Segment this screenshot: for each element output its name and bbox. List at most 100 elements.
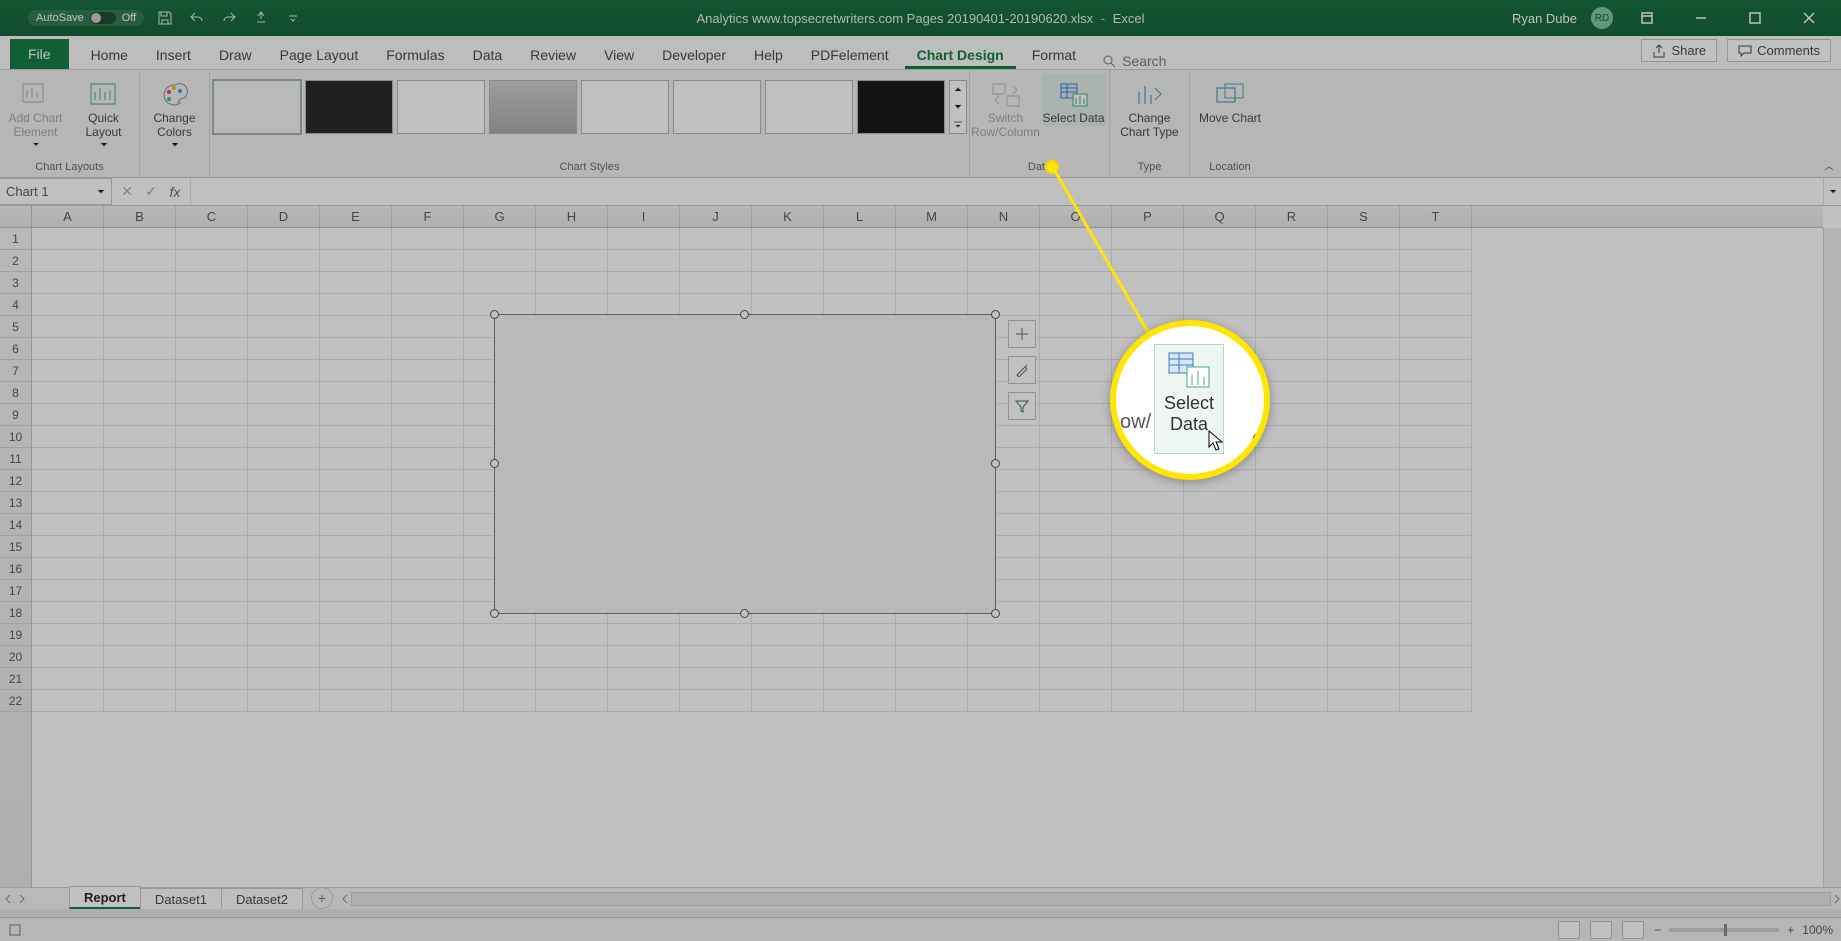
- cell[interactable]: [1112, 492, 1184, 514]
- cell[interactable]: [1040, 426, 1112, 448]
- cell[interactable]: [392, 514, 464, 536]
- cell[interactable]: [104, 558, 176, 580]
- cell[interactable]: [392, 404, 464, 426]
- cell[interactable]: [104, 338, 176, 360]
- cell[interactable]: [896, 646, 968, 668]
- cell[interactable]: [752, 690, 824, 712]
- column-header[interactable]: M: [896, 206, 968, 227]
- cell[interactable]: [1112, 646, 1184, 668]
- cell[interactable]: [1328, 316, 1400, 338]
- column-header[interactable]: L: [824, 206, 896, 227]
- cell[interactable]: [176, 602, 248, 624]
- cell[interactable]: [320, 404, 392, 426]
- cell[interactable]: [1040, 668, 1112, 690]
- cell[interactable]: [32, 360, 104, 382]
- cell[interactable]: [248, 602, 320, 624]
- gallery-scroll[interactable]: [949, 80, 967, 134]
- cell[interactable]: [1040, 646, 1112, 668]
- cell[interactable]: [392, 338, 464, 360]
- cell[interactable]: [1184, 624, 1256, 646]
- row-header[interactable]: 17: [0, 580, 31, 602]
- cell[interactable]: [1400, 580, 1472, 602]
- cell[interactable]: [824, 250, 896, 272]
- cell[interactable]: [1112, 602, 1184, 624]
- tab-home[interactable]: Home: [79, 40, 140, 69]
- cell[interactable]: [104, 448, 176, 470]
- cell[interactable]: [1256, 690, 1328, 712]
- worksheet-grid[interactable]: ABCDEFGHIJKLMNOPQRST 1234567891011121314…: [0, 206, 1841, 909]
- cell[interactable]: [1040, 624, 1112, 646]
- row-header[interactable]: 6: [0, 338, 31, 360]
- chart-style-8[interactable]: [857, 80, 945, 134]
- cell[interactable]: [896, 228, 968, 250]
- cell[interactable]: [608, 294, 680, 316]
- cell[interactable]: [176, 382, 248, 404]
- cell[interactable]: [32, 316, 104, 338]
- autosave-switch[interactable]: [90, 12, 116, 24]
- column-headers[interactable]: ABCDEFGHIJKLMNOPQRST: [32, 206, 1823, 228]
- ribbon-display-icon[interactable]: [1627, 0, 1667, 36]
- cell[interactable]: [608, 250, 680, 272]
- cell[interactable]: [1112, 690, 1184, 712]
- cell[interactable]: [320, 448, 392, 470]
- tab-chart-design[interactable]: Chart Design: [905, 40, 1016, 69]
- new-sheet-button[interactable]: +: [311, 887, 333, 909]
- cell[interactable]: [1256, 426, 1328, 448]
- cell[interactable]: [32, 250, 104, 272]
- enter-formula-icon[interactable]: ✓: [140, 183, 162, 200]
- cell[interactable]: [1256, 228, 1328, 250]
- cell[interactable]: [248, 690, 320, 712]
- cell[interactable]: [320, 492, 392, 514]
- qat-more-icon[interactable]: [282, 7, 304, 29]
- cell[interactable]: [536, 228, 608, 250]
- cell[interactable]: [392, 668, 464, 690]
- embedded-chart[interactable]: [494, 314, 996, 614]
- cell[interactable]: [392, 690, 464, 712]
- column-header[interactable]: R: [1256, 206, 1328, 227]
- cell[interactable]: [320, 316, 392, 338]
- cell[interactable]: [1400, 690, 1472, 712]
- cell[interactable]: [1400, 404, 1472, 426]
- cell[interactable]: [1328, 470, 1400, 492]
- cell[interactable]: [32, 602, 104, 624]
- cell[interactable]: [320, 602, 392, 624]
- cell[interactable]: [32, 382, 104, 404]
- cell[interactable]: [1328, 228, 1400, 250]
- cell[interactable]: [1112, 294, 1184, 316]
- cell[interactable]: [1256, 668, 1328, 690]
- cell[interactable]: [752, 250, 824, 272]
- column-header[interactable]: I: [608, 206, 680, 227]
- cell[interactable]: [1184, 514, 1256, 536]
- cell[interactable]: [752, 272, 824, 294]
- cell[interactable]: [104, 492, 176, 514]
- row-header[interactable]: 15: [0, 536, 31, 558]
- chart-style-5[interactable]: [581, 80, 669, 134]
- column-header[interactable]: A: [32, 206, 104, 227]
- cell[interactable]: [176, 558, 248, 580]
- cell[interactable]: [248, 558, 320, 580]
- share-button[interactable]: Share: [1641, 39, 1717, 62]
- vertical-scrollbar[interactable]: [1823, 228, 1841, 887]
- cell[interactable]: [1328, 558, 1400, 580]
- cell[interactable]: [248, 228, 320, 250]
- cell[interactable]: [320, 668, 392, 690]
- cell[interactable]: [896, 624, 968, 646]
- chart-elements-button[interactable]: [1008, 320, 1036, 348]
- name-box[interactable]: Chart 1: [0, 178, 112, 205]
- cell[interactable]: [1112, 228, 1184, 250]
- cell[interactable]: [536, 668, 608, 690]
- undo-icon[interactable]: [186, 7, 208, 29]
- column-header[interactable]: G: [464, 206, 536, 227]
- cell[interactable]: [176, 404, 248, 426]
- cell[interactable]: [320, 228, 392, 250]
- cell[interactable]: [392, 646, 464, 668]
- cell[interactable]: [464, 646, 536, 668]
- tab-insert[interactable]: Insert: [144, 40, 203, 69]
- normal-view-button[interactable]: [1558, 921, 1580, 939]
- zoom-slider[interactable]: [1669, 928, 1779, 932]
- cell[interactable]: [104, 250, 176, 272]
- cell[interactable]: [1040, 492, 1112, 514]
- cell[interactable]: [680, 690, 752, 712]
- cell[interactable]: [248, 492, 320, 514]
- chart-style-3[interactable]: [397, 80, 485, 134]
